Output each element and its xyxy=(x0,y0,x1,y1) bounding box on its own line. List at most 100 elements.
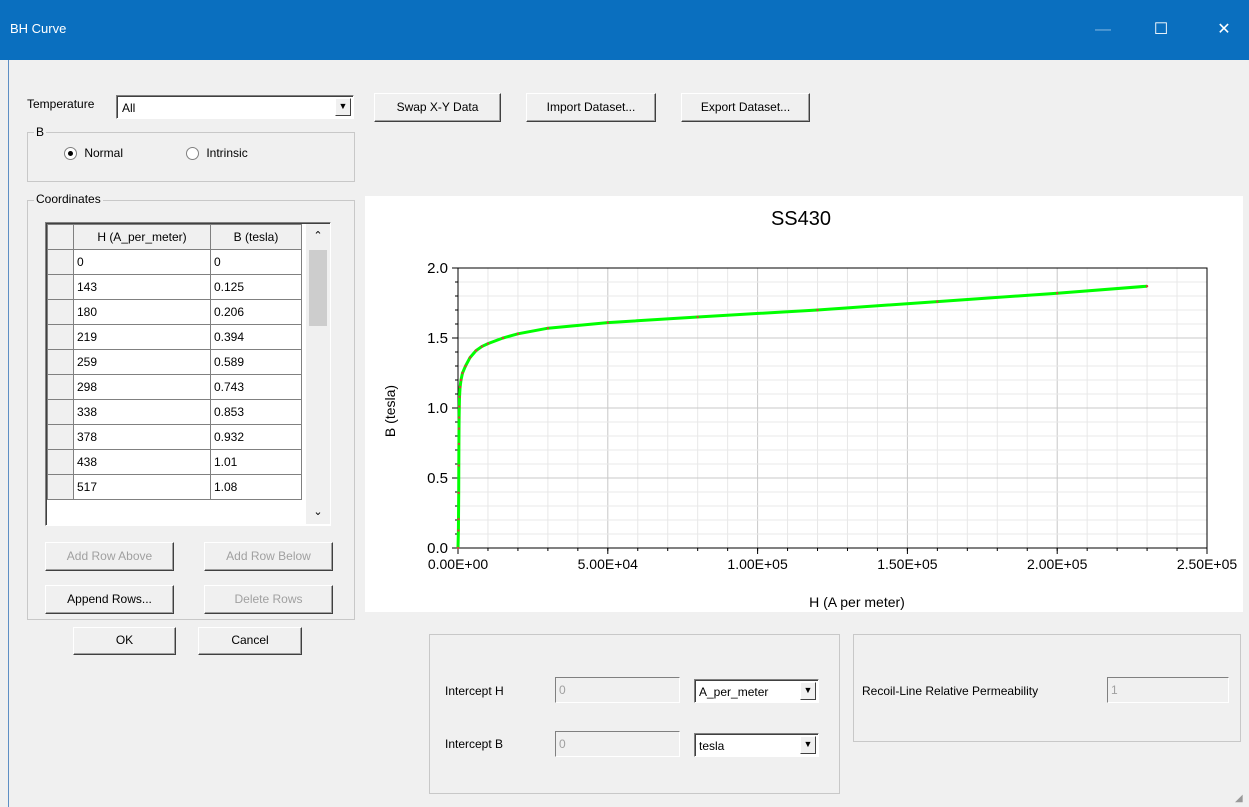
scroll-down-icon[interactable]: ⌄ xyxy=(306,500,330,524)
title-bar xyxy=(0,0,1249,60)
data-point xyxy=(458,395,461,398)
b-cell[interactable]: 0.853 xyxy=(210,399,302,425)
table-row: 438 1.01 xyxy=(47,449,302,475)
data-point xyxy=(936,300,939,303)
b-cell[interactable]: 0.206 xyxy=(210,299,302,325)
maximize-button[interactable]: ☐ xyxy=(1138,10,1184,50)
close-button[interactable]: ✕ xyxy=(1201,10,1247,50)
intercept-b-unit-combo[interactable]: tesla ▼ xyxy=(694,733,819,757)
intrinsic-radio[interactable]: Intrinsic xyxy=(186,146,248,161)
y-tick-label: 0.5 xyxy=(427,470,448,487)
h-cell[interactable]: 338 xyxy=(73,399,211,425)
table-row: 219 0.394 xyxy=(47,324,302,350)
chart-background xyxy=(365,196,1243,612)
normal-radio[interactable]: Normal xyxy=(64,146,123,161)
b-cell[interactable]: 0.743 xyxy=(210,374,302,400)
coordinates-label: Coordinates xyxy=(34,192,103,206)
b-cell[interactable]: 1.01 xyxy=(210,449,302,475)
chart-title: SS430 xyxy=(771,208,831,230)
chevron-down-icon[interactable]: ▼ xyxy=(800,736,816,754)
table-row: 00 xyxy=(47,249,302,275)
data-point xyxy=(457,517,460,521)
data-point xyxy=(546,327,550,330)
data-point xyxy=(1145,285,1149,288)
cancel-button[interactable]: Cancel xyxy=(198,627,302,655)
row-header[interactable] xyxy=(47,474,74,500)
h-cell[interactable]: 219 xyxy=(73,324,211,350)
h-cell[interactable]: 438 xyxy=(73,449,211,475)
h-cell[interactable]: 378 xyxy=(73,424,211,450)
h-cell[interactable]: 517 xyxy=(73,474,211,500)
table-row: 517 1.08 xyxy=(47,474,302,500)
h-cell[interactable]: 259 xyxy=(73,349,211,375)
b-cell[interactable]: 0.589 xyxy=(210,349,302,375)
intercept-h-unit-combo[interactable]: A_per_meter ▼ xyxy=(694,679,819,703)
row-header[interactable] xyxy=(47,274,74,300)
h-cell[interactable]: 180 xyxy=(73,299,211,325)
b-cell[interactable]: 0.932 xyxy=(210,424,302,450)
y-tick-label: 0.0 xyxy=(427,540,448,557)
column-header-h[interactable]: H (A_per_meter) xyxy=(73,224,211,250)
y-tick-label: 1.0 xyxy=(427,400,448,417)
data-point xyxy=(486,342,490,345)
row-header[interactable] xyxy=(47,449,74,475)
y-axis-label: B (tesla) xyxy=(382,385,398,437)
b-cell[interactable]: 0 xyxy=(210,249,302,275)
export-dataset-button[interactable]: Export Dataset... xyxy=(681,93,810,122)
chart-handle-icon: ⋮ xyxy=(1238,225,1243,239)
data-point xyxy=(457,427,461,430)
row-header[interactable] xyxy=(47,324,74,350)
y-tick-label: 2.0 xyxy=(427,260,448,277)
row-header[interactable] xyxy=(47,374,74,400)
data-point xyxy=(696,315,699,319)
swap-xy-button[interactable]: Swap X-Y Data xyxy=(374,93,501,122)
x-tick-label: 2.00E+05 xyxy=(1027,556,1088,572)
temperature-combo[interactable]: All ▼ xyxy=(116,95,354,119)
add-row-above-button[interactable]: Add Row Above xyxy=(45,542,174,571)
row-header[interactable] xyxy=(47,349,74,375)
intercept-h-input[interactable]: 0 xyxy=(555,677,680,703)
h-cell[interactable]: 143 xyxy=(73,274,211,300)
column-header-b[interactable]: B (tesla) xyxy=(210,224,302,250)
minimize-button[interactable]: — xyxy=(1080,10,1126,50)
ok-button[interactable]: OK xyxy=(73,627,176,655)
table-header-row: H (A_per_meter) B (tesla) xyxy=(47,224,302,250)
b-cell[interactable]: 0.125 xyxy=(210,274,302,300)
add-row-below-button[interactable]: Add Row Below xyxy=(204,542,333,571)
chevron-down-icon[interactable]: ▼ xyxy=(335,98,351,116)
scroll-up-icon[interactable]: ⌃ xyxy=(306,224,330,248)
b-cell[interactable]: 1.08 xyxy=(210,474,302,500)
append-rows-button[interactable]: Append Rows... xyxy=(45,585,174,614)
row-header[interactable] xyxy=(47,399,74,425)
delete-rows-button[interactable]: Delete Rows xyxy=(204,585,333,614)
resize-grip-icon[interactable]: ◢ xyxy=(1235,793,1243,804)
x-tick-label: 1.00E+05 xyxy=(727,556,788,572)
intercept-h-unit-value: A_per_meter xyxy=(699,685,769,699)
data-point xyxy=(474,349,478,352)
bh-curve-chart: SS430 0.00E+00 5.00E+04 1.00E+05 1.50E+05 2.… xyxy=(365,196,1243,612)
intercept-b-label: Intercept B xyxy=(445,737,504,751)
h-cell[interactable]: 298 xyxy=(73,374,211,400)
h-cell[interactable]: 0 xyxy=(73,249,211,275)
grid-scrollbar[interactable]: ⌃ ⌄ xyxy=(306,224,330,524)
import-dataset-button[interactable]: Import Dataset... xyxy=(526,93,656,122)
data-point xyxy=(468,356,472,359)
x-tick-label: 2.50E+05 xyxy=(1177,556,1238,572)
b-cell[interactable]: 0.394 xyxy=(210,324,302,350)
table-row: 338 0.853 xyxy=(47,399,302,425)
data-point xyxy=(458,405,461,408)
data-point xyxy=(816,308,819,312)
table-row: 378 0.932 xyxy=(47,424,302,450)
row-header[interactable] xyxy=(47,424,74,450)
scrollbar-thumb[interactable] xyxy=(309,250,327,326)
data-point xyxy=(457,529,460,532)
data-point xyxy=(1056,292,1059,295)
recoil-permeability-input[interactable]: 1 xyxy=(1107,677,1229,703)
chevron-down-icon[interactable]: ▼ xyxy=(800,682,816,700)
data-point xyxy=(501,336,505,340)
data-point xyxy=(457,416,461,419)
temperature-value: All xyxy=(122,101,136,115)
row-header[interactable] xyxy=(47,249,74,275)
row-header[interactable] xyxy=(47,299,74,325)
intercept-b-input[interactable]: 0 xyxy=(555,731,680,757)
